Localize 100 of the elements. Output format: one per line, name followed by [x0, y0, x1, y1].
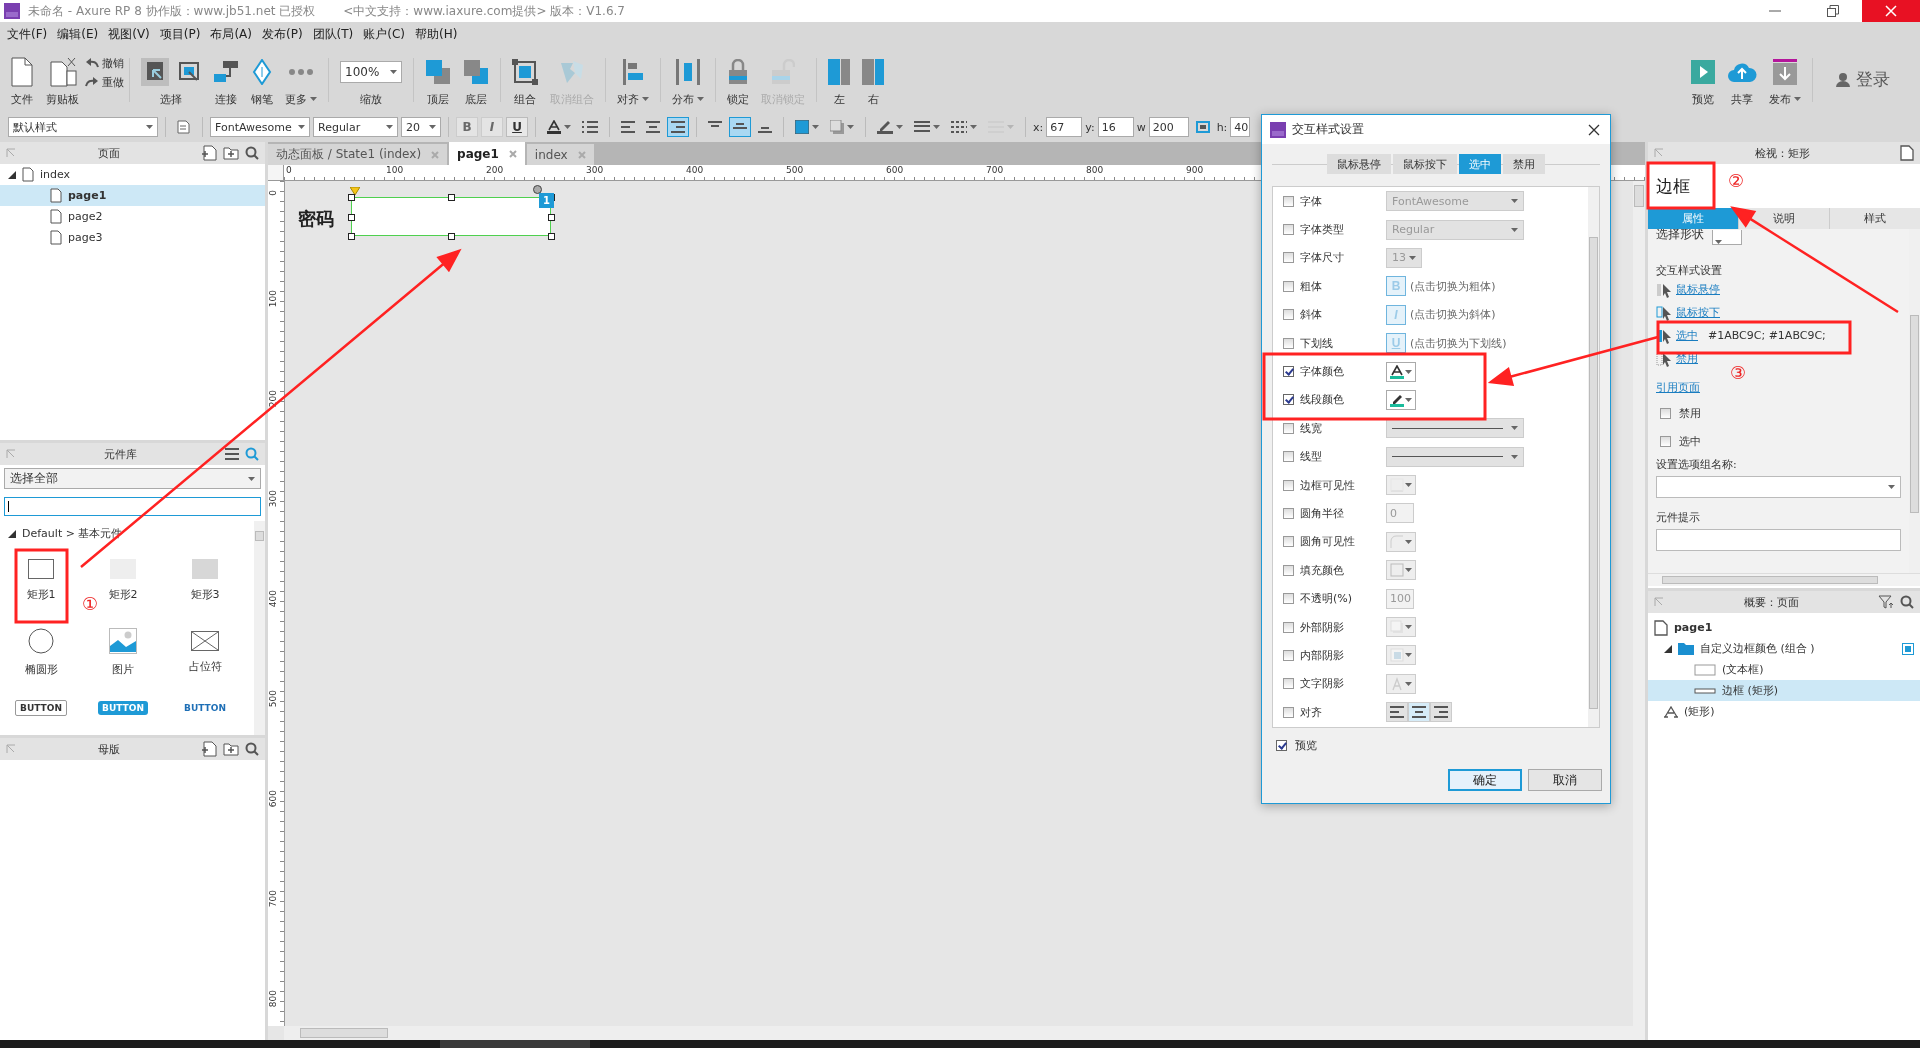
checkbox[interactable] — [1283, 224, 1294, 236]
search-field[interactable] — [4, 497, 261, 516]
dialog-tab[interactable]: 鼠标按下 — [1393, 154, 1457, 174]
menu-item[interactable]: 文件(F) — [2, 26, 53, 43]
checkbox[interactable] — [1283, 252, 1294, 264]
document-tab[interactable]: 动态面板 / State1 (index) — [268, 144, 448, 165]
toolbar-button[interactable]: 钢笔 — [245, 52, 279, 107]
dialog-tab[interactable]: 禁用 — [1503, 154, 1545, 174]
tree-item[interactable]: page1 — [1648, 617, 1920, 638]
toolbar-button[interactable]: 共享 — [1721, 52, 1763, 107]
dialog-button[interactable]: 确定 — [1448, 769, 1522, 791]
scrollbar[interactable] — [1648, 573, 1920, 586]
toolbar-button[interactable]: 剪贴板 — [40, 52, 85, 107]
toolbar-button[interactable]: 预览 — [1685, 52, 1721, 107]
widget-item[interactable]: 图片 — [82, 618, 164, 686]
widget-item[interactable]: 矩形1 — [0, 546, 82, 614]
shape-dropdown[interactable] — [1712, 229, 1742, 245]
menu-item[interactable]: 项目(P) — [154, 26, 206, 43]
dropdown[interactable] — [1656, 476, 1901, 498]
login-button[interactable]: 登录 — [1818, 68, 1916, 91]
expand-icon[interactable] — [8, 529, 16, 538]
toolbar-button[interactable]: 发布 — [1763, 52, 1807, 107]
format-button[interactable] — [729, 117, 751, 137]
interaction-link[interactable]: 禁用 — [1676, 351, 1698, 366]
checkbox[interactable] — [1283, 536, 1294, 548]
input-field[interactable] — [1656, 529, 1901, 551]
scrollbar[interactable] — [254, 521, 265, 735]
checkbox[interactable] — [1283, 451, 1294, 463]
dropdown[interactable]: Regular — [313, 117, 398, 137]
inspector-tab[interactable]: 样式 — [1830, 208, 1920, 229]
checkbox[interactable] — [1283, 593, 1294, 605]
interaction-link[interactable]: 鼠标按下 — [1676, 305, 1720, 320]
tree-item[interactable]: 边框 (矩形) — [1648, 680, 1920, 701]
checkbox[interactable] — [1283, 621, 1294, 633]
checkbox[interactable] — [1283, 309, 1294, 321]
toolbar-button[interactable]: 右 — [856, 52, 890, 107]
toolbar-button[interactable]: 文件 — [4, 52, 40, 107]
document-tab[interactable]: page1 — [449, 142, 525, 165]
align-button[interactable] — [1408, 702, 1430, 723]
toolbar-button[interactable]: 分布 — [666, 52, 710, 107]
toolbar-button[interactable]: 锁定 — [721, 52, 755, 107]
widget-item[interactable]: BUTTON — [164, 690, 246, 726]
toolbar-button[interactable]: 顶层 — [419, 52, 457, 107]
widget-item[interactable]: 占位符 — [164, 618, 246, 686]
document-tab[interactable]: index — [526, 144, 594, 165]
menu-item[interactable]: 视图(V) — [103, 26, 155, 43]
toolbar-button[interactable]: 选择 — [135, 52, 207, 107]
scrollbar[interactable] — [284, 1026, 1645, 1040]
tree-item[interactable]: page3 — [0, 227, 265, 248]
toolbar-button[interactable]: 对齐 — [611, 52, 655, 107]
align-button[interactable] — [1430, 702, 1452, 723]
toolbar-button[interactable]: 左 — [822, 52, 856, 107]
tree-item[interactable]: (矩形) — [1648, 701, 1920, 722]
input-field[interactable]: 16 — [1097, 117, 1134, 137]
checkbox[interactable] — [1276, 740, 1287, 751]
tree-item[interactable]: (文本框) — [1648, 659, 1920, 680]
input-field[interactable]: 40 — [1230, 117, 1251, 137]
style-picker[interactable] — [1386, 361, 1416, 382]
interaction-link[interactable]: 鼠标悬停 — [1676, 282, 1720, 297]
format-button[interactable] — [667, 117, 689, 137]
dropdown[interactable]: FontAwesome — [210, 117, 310, 137]
reference-page-link[interactable]: 引用页面 — [1656, 380, 1700, 395]
widget-item[interactable]: 椭圆形 — [0, 618, 82, 686]
format-button[interactable]: U — [506, 117, 528, 137]
tree-item[interactable]: 自定义边框颜色 (组合 ) — [1648, 638, 1920, 659]
zoom-dropdown[interactable]: 100% — [340, 60, 402, 83]
menu-item[interactable]: 帮助(H) — [410, 26, 463, 43]
toolbar-button[interactable]: 更多 — [279, 52, 323, 107]
scrollbar[interactable] — [1633, 181, 1645, 1026]
menu-item[interactable]: 团队(T) — [307, 26, 359, 43]
checkbox[interactable] — [1283, 394, 1294, 406]
tree-item[interactable]: index — [0, 164, 265, 185]
menu-item[interactable]: 布局(A) — [205, 26, 257, 43]
checkbox[interactable] — [1283, 508, 1294, 519]
expand-icon[interactable] — [1664, 644, 1672, 653]
widget-item[interactable]: BUTTON — [0, 690, 82, 726]
toolbar-button[interactable]: 重做 — [85, 74, 124, 90]
toolbar-button[interactable]: 撤销 — [85, 55, 124, 71]
line-dropdown[interactable] — [1386, 446, 1524, 467]
input-field[interactable]: 67 — [1046, 117, 1083, 137]
checkbox[interactable] — [1283, 479, 1294, 491]
checkbox[interactable] — [1283, 706, 1294, 718]
style-picker[interactable] — [1386, 389, 1416, 410]
checkbox[interactable] — [1660, 407, 1671, 419]
checkbox[interactable] — [1283, 195, 1294, 207]
checkbox[interactable] — [1283, 422, 1294, 434]
scrollbar[interactable] — [1588, 187, 1599, 727]
menu-item[interactable]: 编辑(E) — [52, 26, 104, 43]
align-button[interactable] — [1386, 702, 1408, 723]
checkbox[interactable] — [1283, 678, 1294, 690]
dropdown[interactable]: 20 — [401, 117, 441, 137]
toolbar-button[interactable]: 组合 — [506, 52, 544, 107]
widget-item[interactable]: 矩形3 — [164, 546, 246, 614]
dropdown[interactable]: 默认样式 — [8, 117, 158, 137]
dialog-tab[interactable]: 鼠标悬停 — [1327, 154, 1391, 174]
toolbar-button[interactable]: 底层 — [457, 52, 495, 107]
dialog-button[interactable]: 取消 — [1528, 769, 1602, 791]
library-dropdown[interactable]: 选择全部 — [4, 468, 261, 489]
checkbox[interactable] — [1283, 564, 1294, 576]
checkbox[interactable] — [1283, 366, 1294, 378]
